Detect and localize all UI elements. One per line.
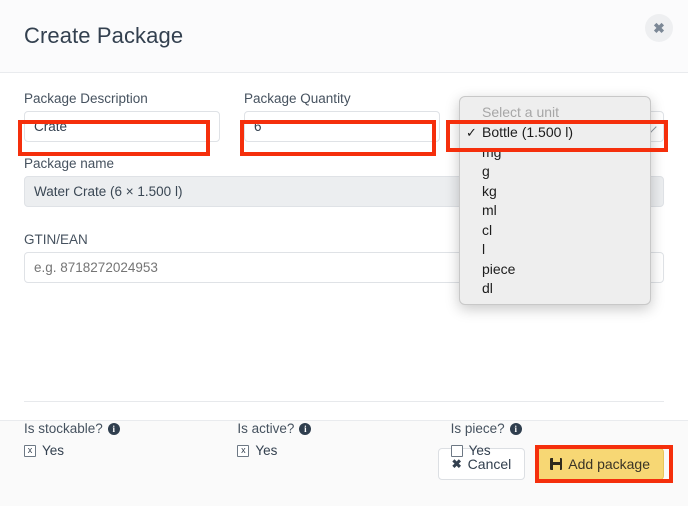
unit-option-label: cl	[482, 221, 493, 238]
is-active-label: Is active?	[237, 421, 295, 436]
unit-option-label: ml	[482, 202, 497, 218]
unit-option-ml[interactable]: ml	[460, 201, 650, 221]
is-stockable-choice-row: x Yes	[24, 443, 237, 458]
is-active-group: Is active? i x Yes	[237, 421, 450, 458]
unit-dropdown-selected-option[interactable]: ✓ Bottle (1.500 l)	[460, 123, 650, 143]
is-active-choice-row: x Yes	[237, 443, 450, 458]
unit-option-g[interactable]: g	[460, 162, 650, 182]
unit-option-label: kg	[482, 182, 497, 199]
options-group: Is stockable? i x Yes Is active? i x Yes	[24, 421, 664, 458]
unit-option-label: g	[482, 163, 490, 179]
is-active-checkbox[interactable]: x	[237, 444, 250, 457]
is-stockable-choice-label: Yes	[42, 443, 65, 458]
unit-option-cl[interactable]: cl	[460, 221, 650, 241]
unit-option-label: Bottle (1.500 l)	[482, 124, 574, 140]
close-glyph: ✖	[653, 20, 665, 36]
package-quantity-label: Package Quantity	[244, 91, 351, 106]
package-description-input[interactable]	[24, 111, 220, 142]
is-piece-group: Is piece? i Yes	[450, 421, 664, 458]
info-icon[interactable]: i	[509, 422, 522, 435]
check-icon: ✓	[466, 125, 477, 140]
unit-option-mg[interactable]: mg	[460, 143, 650, 163]
close-x-icon: ✖	[451, 456, 462, 471]
unit-dropdown-placeholder: Select a unit	[482, 104, 560, 120]
is-piece-checkbox[interactable]	[450, 444, 463, 457]
is-piece-choice-label: Yes	[468, 443, 491, 458]
page-title: Create Package	[24, 23, 184, 48]
info-icon[interactable]: i	[107, 422, 120, 435]
package-description-label: Package Description	[24, 91, 148, 106]
unit-option-label: piece	[482, 260, 516, 277]
unit-option-label: l	[482, 241, 486, 257]
unit-option-label: mg	[482, 143, 502, 160]
is-piece-label: Is piece?	[450, 421, 505, 436]
unit-dropdown[interactable]: Select a unit ✓ Bottle (1.500 l) mg g kg…	[459, 96, 651, 305]
package-quantity-input[interactable]	[244, 111, 440, 142]
info-icon[interactable]: i	[299, 422, 312, 435]
save-floppy-icon	[550, 457, 563, 470]
unit-option-l[interactable]: l	[460, 240, 650, 260]
is-piece-choice-row: Yes	[450, 443, 664, 458]
is-stockable-group: Is stockable? i x Yes	[24, 421, 237, 458]
is-stockable-checkbox[interactable]: x	[24, 444, 36, 457]
package-quantity-group: Package Quantity	[244, 91, 440, 142]
unit-option-label: dl	[482, 280, 493, 296]
close-icon[interactable]: ✖	[645, 14, 673, 42]
dialog-header: Create Package ✖	[0, 0, 688, 73]
is-active-label-row: Is active? i	[237, 421, 450, 436]
is-piece-label-row: Is piece? i	[451, 421, 664, 436]
is-active-choice-label: Yes	[255, 443, 278, 458]
is-stockable-label-row: Is stockable? i	[24, 421, 237, 436]
unit-option-kg[interactable]: kg	[460, 182, 650, 202]
unit-option-dl[interactable]: dl	[460, 279, 650, 299]
package-description-group: Package Description	[24, 91, 220, 142]
unit-option-piece[interactable]: piece	[460, 260, 650, 280]
section-divider	[24, 401, 664, 402]
is-stockable-label: Is stockable?	[24, 421, 103, 436]
